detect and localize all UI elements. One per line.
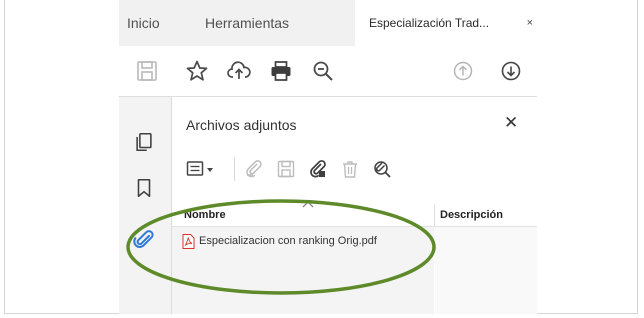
tab-bar: Inicio Herramientas Especialización Trad…: [119, 0, 537, 46]
description-column-body: [435, 227, 537, 314]
bookmark-icon[interactable]: [133, 177, 155, 199]
toolbar-separator: [234, 157, 235, 181]
navigation-rail: [119, 97, 172, 314]
column-separator[interactable]: [434, 204, 435, 226]
save-attachment-icon[interactable]: [276, 159, 296, 179]
options-menu-icon[interactable]: [186, 159, 216, 179]
open-attachment-icon[interactable]: [308, 159, 328, 179]
add-attachment-icon[interactable]: [244, 159, 264, 179]
page-down-icon[interactable]: [499, 59, 523, 83]
page-up-icon[interactable]: [451, 59, 475, 83]
zoom-out-icon[interactable]: [311, 59, 335, 83]
attachments-list-header: Nombre Descripción: [172, 200, 537, 227]
upload-cloud-icon[interactable]: [227, 59, 251, 83]
close-icon[interactable]: ✕: [504, 113, 518, 133]
file-name: Especializacion con ranking Orig.pdf: [199, 235, 377, 247]
screenshot-frame: Inicio Herramientas Especialización Trad…: [4, 0, 638, 314]
toolbar: [119, 46, 537, 97]
tab-document[interactable]: Especialización Trad... ×: [355, 0, 537, 46]
tab-herramientas[interactable]: Herramientas: [205, 0, 289, 46]
print-icon[interactable]: [269, 59, 293, 83]
page-thumbnails-icon[interactable]: [133, 131, 155, 153]
list-item[interactable]: Especializacion con ranking Orig.pdf: [182, 232, 377, 250]
search-attachment-icon[interactable]: [372, 159, 392, 179]
save-icon[interactable]: [135, 59, 159, 83]
pdf-file-icon: [182, 233, 195, 249]
panel-title: Archivos adjuntos: [186, 117, 297, 133]
attachments-panel: Archivos adjuntos ✕ Nombre Descripción E…: [172, 97, 537, 314]
column-header-name[interactable]: Nombre: [184, 209, 226, 221]
column-header-description[interactable]: Descripción: [440, 209, 503, 221]
attachment-paperclip-icon[interactable]: [133, 229, 155, 251]
bookmark-star-icon[interactable]: [185, 59, 209, 83]
tab-close-icon[interactable]: ×: [527, 0, 533, 46]
tab-inicio[interactable]: Inicio: [127, 0, 160, 46]
sort-ascending-icon[interactable]: [302, 200, 314, 208]
delete-icon[interactable]: [340, 159, 360, 179]
tab-document-label: Especialización Trad...: [369, 16, 490, 30]
acrobat-window: Inicio Herramientas Especialización Trad…: [119, 0, 537, 314]
